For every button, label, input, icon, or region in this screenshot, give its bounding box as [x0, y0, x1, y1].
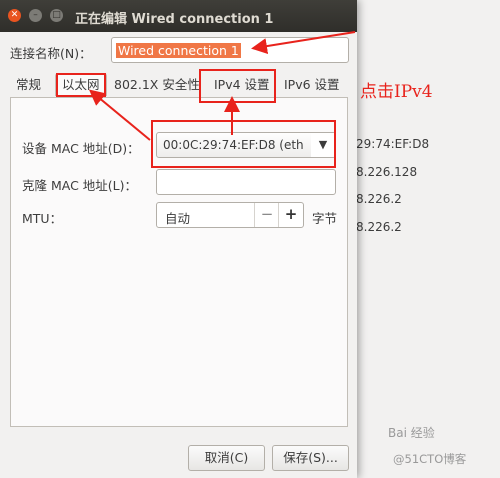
save-button[interactable]: 保存(S)...: [272, 445, 349, 471]
mtu-increment-button[interactable]: +: [278, 203, 303, 227]
baidu-watermark: Bai 经验: [388, 426, 435, 440]
tab-general[interactable]: 常规: [10, 74, 47, 96]
mtu-decrement-button[interactable]: −: [254, 203, 279, 227]
51cto-watermark: @51CTO博客: [393, 452, 467, 466]
mtu-label: MTU：: [22, 211, 63, 226]
maximize-window-button[interactable]: □: [50, 9, 63, 22]
clone-mac-input[interactable]: [156, 169, 336, 195]
background-value: 8.226.2: [356, 219, 402, 234]
mtu-spinbox[interactable]: 自动 − +: [156, 202, 304, 228]
mtu-unit: 字节: [312, 211, 338, 226]
close-window-button[interactable]: ✕: [8, 9, 21, 22]
tab-8021x-security[interactable]: 802.1X 安全性: [108, 74, 206, 96]
background-value: 8.226.128: [356, 164, 418, 179]
clone-mac-label: 克隆 MAC 地址(L)：: [22, 178, 138, 193]
background-value: 8.226.2: [356, 192, 402, 206]
device-mac-label: 设备 MAC 地址(D)：: [22, 141, 140, 156]
cancel-button[interactable]: 取消(C): [188, 445, 265, 471]
background-value: 29:74:EF:D8: [356, 137, 430, 151]
annotation-box-ipv4-tab: [199, 69, 276, 103]
annotation-box-ethernet-tab: [56, 73, 106, 97]
background-values: 29:74:EF:D8 8.226.128 8.226.2 8.226.2: [356, 137, 429, 247]
annotation-click-ipv4-text: 点击IPv4: [360, 82, 433, 102]
minimize-window-button[interactable]: –: [29, 9, 42, 22]
connection-name-label: 连接名称(N)：: [10, 46, 92, 61]
tab-ipv6-settings[interactable]: IPv6 设置: [278, 74, 346, 96]
connection-name-input[interactable]: Wired connection 1: [111, 37, 349, 63]
annotation-box-mac: [151, 120, 336, 168]
titlebar: ✕ – □ 正在编辑 Wired connection 1: [0, 0, 357, 32]
window-title: 正在编辑 Wired connection 1: [75, 12, 274, 27]
mtu-value: 自动: [165, 211, 191, 226]
edit-connection-dialog: ✕ – □ 正在编辑 Wired connection 1 连接名称(N)： W…: [0, 0, 357, 478]
connection-name-value: Wired connection 1: [116, 43, 241, 58]
